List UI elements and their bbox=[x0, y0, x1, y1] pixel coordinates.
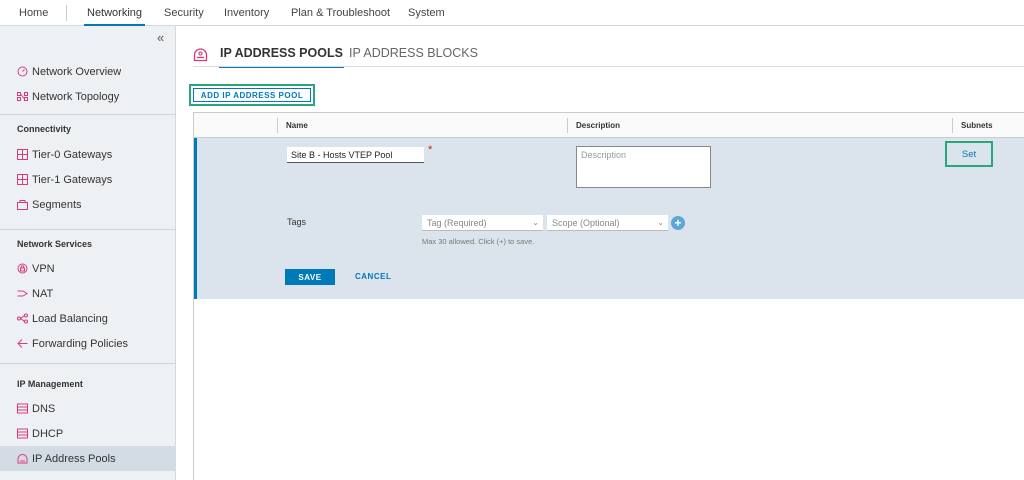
dns-icon bbox=[17, 403, 28, 414]
nav-tab-inventory[interactable]: Inventory bbox=[224, 0, 269, 26]
top-navigation: Home Networking Security Inventory Plan … bbox=[0, 0, 1024, 26]
nav-tab-plan-troubleshoot[interactable]: Plan & Troubleshoot bbox=[291, 0, 390, 26]
sidebar-item-label: Segments bbox=[32, 198, 82, 211]
scope-select[interactable]: Scope (Optional) ⌄ bbox=[547, 215, 668, 231]
required-marker: * bbox=[428, 144, 433, 156]
sidebar-item-tier0-gateways[interactable]: Tier-0 Gateways bbox=[0, 142, 176, 167]
nav-tab-security[interactable]: Security bbox=[164, 0, 204, 26]
cancel-button[interactable]: CANCEL bbox=[355, 269, 391, 285]
topology-icon bbox=[17, 91, 28, 102]
tab-ip-address-blocks[interactable]: IP ADDRESS BLOCKS bbox=[349, 46, 478, 60]
add-ip-address-pool-button[interactable]: ADD IP ADDRESS POOL bbox=[193, 88, 311, 102]
sidebar-item-label: Forwarding Policies bbox=[32, 337, 128, 350]
add-ip-address-pool-highlight: ADD IP ADDRESS POOL bbox=[189, 84, 315, 106]
add-tag-icon[interactable]: + bbox=[671, 216, 685, 230]
tags-label: Tags bbox=[287, 217, 307, 227]
sidebar-divider bbox=[0, 114, 176, 115]
sidebar-item-label: NAT bbox=[32, 287, 54, 300]
nav-tab-networking[interactable]: Networking bbox=[83, 0, 146, 26]
tab-ip-address-pools[interactable]: IP ADDRESS POOLS bbox=[219, 46, 344, 68]
nav-tab-home[interactable]: Home bbox=[19, 0, 48, 26]
sidebar-item-tier1-gateways[interactable]: Tier-1 Gateways bbox=[0, 167, 176, 192]
sidebar-item-label: VPN bbox=[32, 262, 55, 275]
set-subnets-link[interactable]: Set bbox=[945, 141, 993, 167]
sidebar-item-load-balancing[interactable]: Load Balancing bbox=[0, 306, 176, 331]
tier0-gateway-icon bbox=[17, 149, 28, 160]
ip-pool-page-icon bbox=[193, 48, 208, 62]
sidebar-item-dns[interactable]: DNS bbox=[0, 396, 176, 421]
nav-divider bbox=[66, 5, 67, 21]
sidebar-item-label: Tier-0 Gateways bbox=[32, 148, 113, 161]
sidebar: « Network Overview Network Topology Conn… bbox=[0, 26, 176, 480]
ip-pools-grid: Name Description Subnets * Description S… bbox=[193, 112, 1024, 480]
sidebar-item-label: IP Address Pools bbox=[32, 452, 116, 465]
sidebar-item-label: Tier-1 Gateways bbox=[32, 173, 113, 186]
description-textarea[interactable]: Description bbox=[576, 146, 711, 188]
sidebar-item-segments[interactable]: Segments bbox=[0, 192, 176, 217]
sidebar-heading-connectivity: Connectivity bbox=[17, 124, 72, 134]
save-button[interactable]: SAVE bbox=[285, 269, 335, 285]
sidebar-item-dhcp[interactable]: DHCP bbox=[0, 421, 176, 446]
sidebar-item-vpn[interactable]: VPN bbox=[0, 256, 176, 281]
tab-underline bbox=[193, 66, 1024, 67]
sidebar-divider bbox=[0, 363, 176, 364]
sidebar-heading-ip-management: IP Management bbox=[17, 379, 83, 389]
sidebar-item-label: Network Topology bbox=[32, 90, 120, 103]
nav-tab-system[interactable]: System bbox=[408, 0, 445, 26]
gauge-icon bbox=[17, 66, 28, 77]
chevron-down-icon: ⌄ bbox=[657, 218, 664, 227]
sidebar-item-label: DHCP bbox=[32, 427, 64, 440]
sidebar-item-ip-address-pools[interactable]: IP Address Pools bbox=[0, 446, 176, 471]
column-header-name[interactable]: Name bbox=[278, 113, 308, 138]
scope-select-placeholder: Scope (Optional) bbox=[552, 218, 620, 228]
nat-icon bbox=[17, 288, 28, 299]
dhcp-icon bbox=[17, 428, 28, 439]
name-input[interactable] bbox=[287, 147, 424, 163]
tags-hint: Max 30 allowed. Click (+) to save. bbox=[422, 237, 535, 246]
tag-select[interactable]: Tag (Required) ⌄ bbox=[422, 215, 543, 231]
sidebar-item-network-topology[interactable]: Network Topology bbox=[0, 84, 176, 109]
chevron-down-icon: ⌄ bbox=[532, 218, 539, 227]
tier1-gateway-icon bbox=[17, 174, 28, 185]
column-header-description[interactable]: Description bbox=[568, 113, 620, 138]
sidebar-heading-network-services: Network Services bbox=[17, 239, 93, 249]
edit-row: * Description Set Tags Tag (Required) ⌄ … bbox=[194, 138, 1024, 299]
forwarding-icon bbox=[17, 338, 28, 349]
sidebar-item-label: Network Overview bbox=[32, 65, 122, 78]
sidebar-item-label: Load Balancing bbox=[32, 312, 108, 325]
segments-icon bbox=[17, 199, 28, 210]
sidebar-item-forwarding-policies[interactable]: Forwarding Policies bbox=[0, 331, 176, 356]
load-balancing-icon bbox=[17, 313, 28, 324]
vpn-icon bbox=[17, 263, 28, 274]
collapse-sidebar-icon[interactable]: « bbox=[157, 30, 164, 45]
sidebar-item-nat[interactable]: NAT bbox=[0, 281, 176, 306]
sidebar-item-label: DNS bbox=[32, 402, 56, 415]
column-header-subnets[interactable]: Subnets bbox=[953, 113, 993, 138]
ip-pool-icon bbox=[17, 453, 28, 464]
main-content: IP ADDRESS POOLS IP ADDRESS BLOCKS ADD I… bbox=[177, 26, 1024, 480]
tag-select-placeholder: Tag (Required) bbox=[427, 218, 487, 228]
sidebar-divider bbox=[0, 229, 176, 230]
sidebar-item-network-overview[interactable]: Network Overview bbox=[0, 59, 176, 84]
grid-header: Name Description Subnets bbox=[194, 113, 1024, 138]
